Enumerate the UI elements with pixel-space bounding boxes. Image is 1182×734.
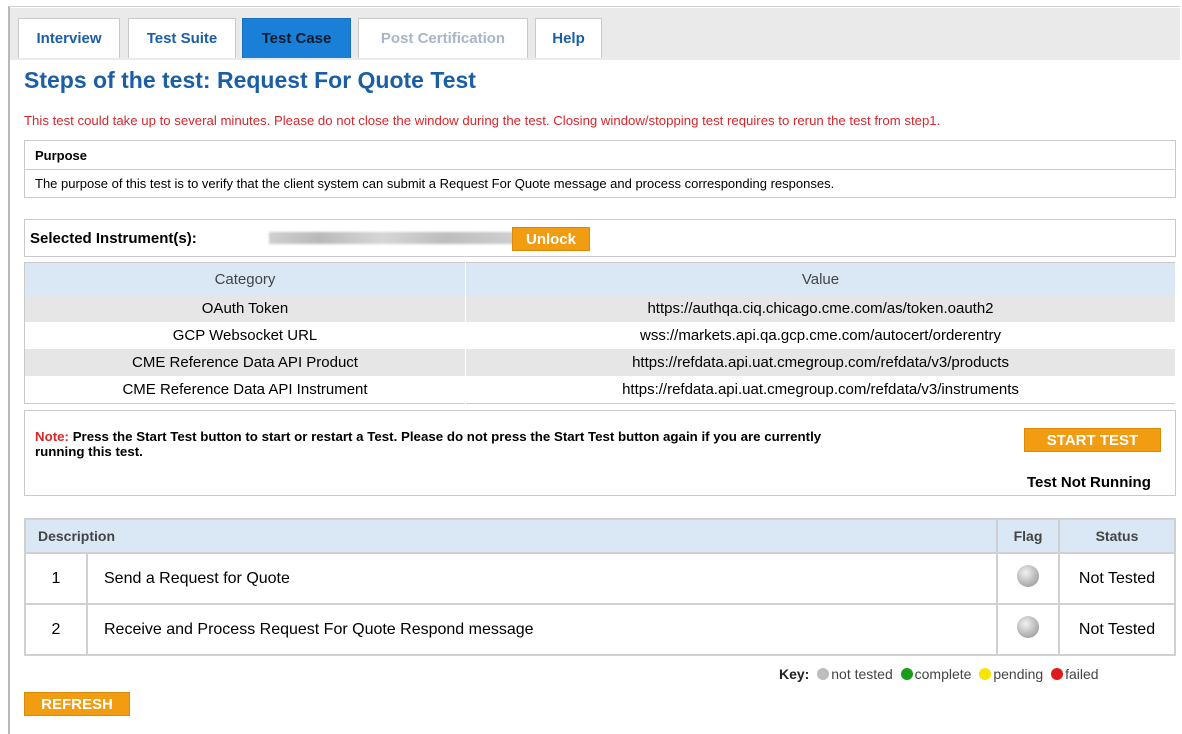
- note-text-block: Note: Press the Start Test button to sta…: [35, 429, 825, 459]
- purpose-box: Purpose The purpose of this test is to v…: [24, 140, 1176, 198]
- table-header-row: Description Flag Status: [24, 518, 1176, 554]
- step-number: 2: [24, 603, 88, 656]
- column-header-category: Category: [24, 262, 466, 295]
- not-tested-dot-icon: [817, 668, 830, 680]
- flag-cell: [996, 603, 1060, 656]
- value-cell: https://refdata.api.uat.cmegroup.com/ref…: [465, 376, 1176, 404]
- flag-cell: [996, 552, 1060, 605]
- value-cell: https://refdata.api.uat.cmegroup.com/ref…: [465, 349, 1176, 376]
- step-status: Not Tested: [1058, 603, 1176, 656]
- tab-help[interactable]: Help: [535, 18, 602, 58]
- key-label: Key:: [779, 666, 810, 682]
- table-row: CME Reference Data API Instrument https:…: [24, 376, 1176, 404]
- category-cell: CME Reference Data API Product: [24, 349, 466, 376]
- note-text: Press the Start Test button to start or …: [35, 429, 822, 459]
- failed-dot-icon: [1051, 668, 1064, 680]
- tab-test-case[interactable]: Test Case: [242, 18, 351, 58]
- page-title: Steps of the test: Request For Quote Tes…: [24, 67, 476, 93]
- purpose-text: The purpose of this test is to verify th…: [35, 176, 835, 191]
- step-description: Receive and Process Request For Quote Re…: [86, 603, 998, 656]
- column-header-description: Description: [24, 518, 998, 554]
- table-row: CME Reference Data API Product https://r…: [24, 349, 1176, 376]
- flag-not-tested-icon: [1017, 616, 1039, 638]
- step-description: Send a Request for Quote: [86, 552, 998, 605]
- parameters-table: Category Value OAuth Token https://authq…: [24, 262, 1176, 404]
- tab-bar: Interview Test Suite Test Case Post Cert…: [10, 8, 1180, 60]
- table-row: GCP Websocket URL wss://markets.api.qa.g…: [24, 322, 1176, 349]
- value-cell: wss://markets.api.qa.gcp.cme.com/autocer…: [465, 322, 1176, 349]
- status-key-legend: Key: not tested complete pending failed: [779, 666, 1099, 682]
- table-row: OAuth Token https://authqa.ciq.chicago.c…: [24, 295, 1176, 322]
- column-header-flag: Flag: [996, 518, 1060, 554]
- purpose-title: Purpose: [25, 141, 1175, 170]
- complete-dot-icon: [900, 668, 913, 680]
- key-complete-label: complete: [914, 666, 972, 682]
- key-not-tested-label: not tested: [831, 666, 893, 682]
- category-cell: CME Reference Data API Instrument: [24, 376, 466, 404]
- tab-interview[interactable]: Interview: [18, 18, 120, 58]
- table-row: 2 Receive and Process Request For Quote …: [24, 603, 1176, 656]
- category-cell: OAuth Token: [24, 295, 466, 322]
- start-test-button[interactable]: START TEST: [1024, 428, 1161, 452]
- selected-instruments-box: Selected Instrument(s):: [24, 219, 1176, 257]
- column-header-value: Value: [465, 262, 1176, 295]
- test-status-text: Test Not Running: [1027, 474, 1151, 491]
- warning-message: This test could take up to several minut…: [24, 113, 941, 128]
- step-status: Not Tested: [1058, 552, 1176, 605]
- category-cell: GCP Websocket URL: [24, 322, 466, 349]
- refresh-button[interactable]: REFRESH: [24, 692, 130, 716]
- unlock-button[interactable]: Unlock: [512, 227, 590, 251]
- note-label: Note:: [35, 429, 69, 444]
- key-failed-label: failed: [1065, 666, 1099, 682]
- pending-dot-icon: [979, 668, 992, 680]
- column-header-status: Status: [1058, 518, 1176, 554]
- value-cell: https://authqa.ciq.chicago.cme.com/as/to…: [465, 295, 1176, 322]
- tab-test-suite[interactable]: Test Suite: [128, 18, 236, 58]
- tab-post-certification: Post Certification: [358, 18, 528, 58]
- key-pending-label: pending: [993, 666, 1044, 682]
- selected-instruments-label: Selected Instrument(s):: [30, 230, 197, 247]
- table-row: 1 Send a Request for Quote Not Tested: [24, 552, 1176, 605]
- steps-table: Description Flag Status 1 Send a Request…: [24, 518, 1176, 656]
- step-number: 1: [24, 552, 88, 605]
- flag-not-tested-icon: [1017, 565, 1039, 587]
- note-box: Note: Press the Start Test button to sta…: [24, 410, 1176, 496]
- redacted-instrument-value: [269, 232, 521, 244]
- table-header-row: Category Value: [24, 262, 1176, 295]
